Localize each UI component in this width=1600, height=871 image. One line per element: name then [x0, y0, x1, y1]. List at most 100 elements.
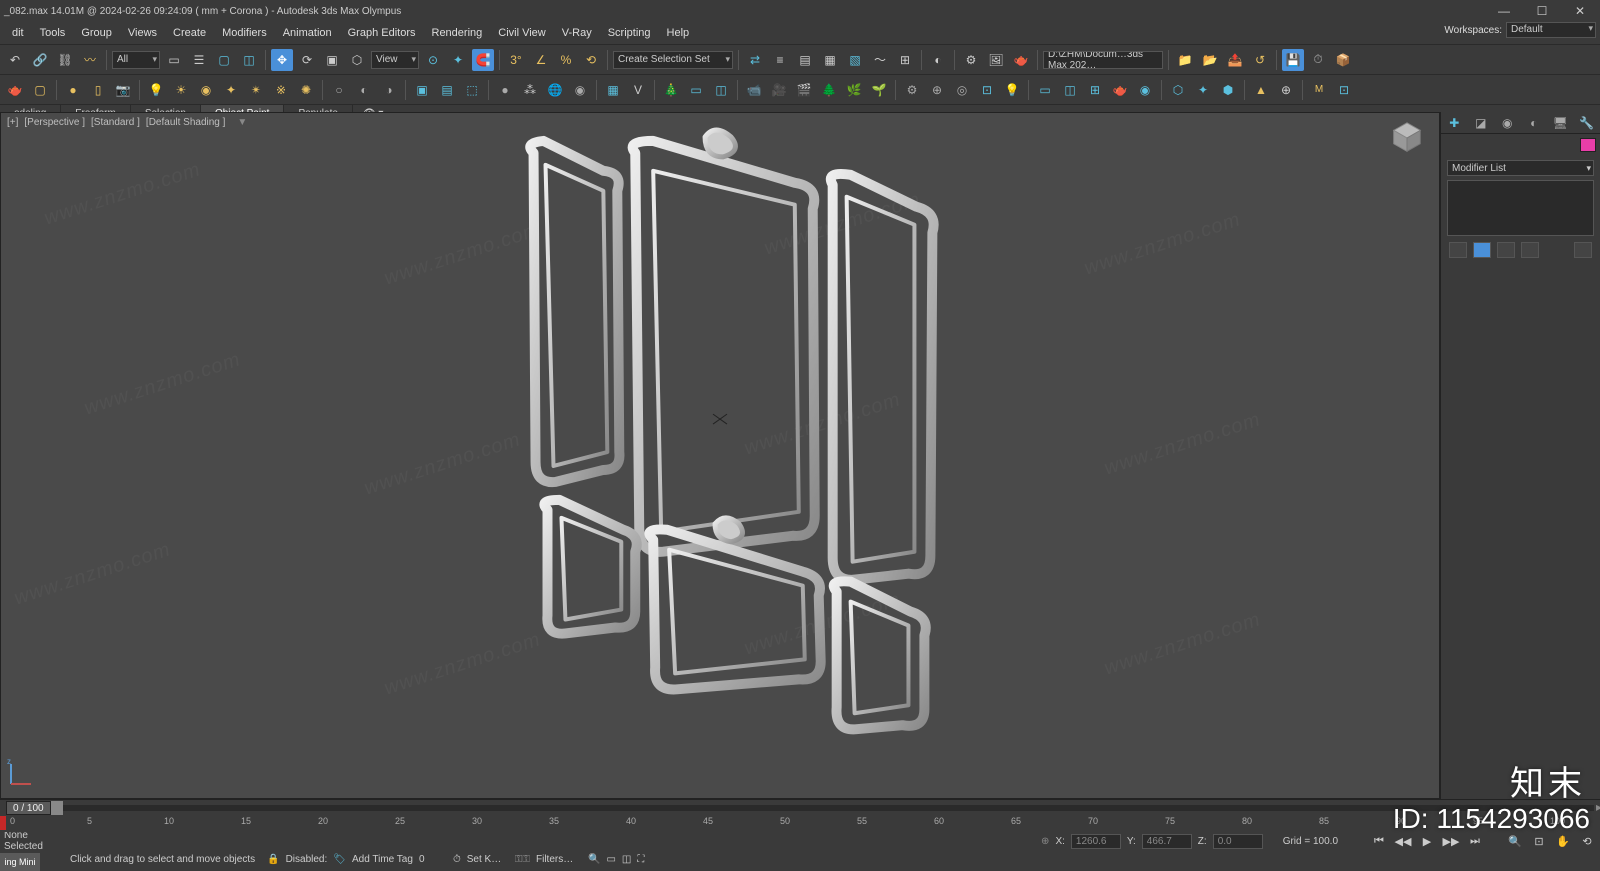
plugin2-icon[interactable]: ▭: [685, 79, 707, 101]
material-editor-icon[interactable]: ◐: [927, 49, 949, 71]
menu-create[interactable]: Create: [165, 24, 214, 42]
sphere-icon[interactable]: ●: [62, 79, 84, 101]
globe-icon[interactable]: 🌐: [544, 79, 566, 101]
motion-tab-icon[interactable]: ◐: [1521, 112, 1548, 133]
rectangle-select-icon[interactable]: ▢: [213, 49, 235, 71]
move-icon[interactable]: ✥: [271, 49, 293, 71]
menu-civilview[interactable]: Civil View: [490, 24, 553, 42]
menu-rendering[interactable]: Rendering: [424, 24, 491, 42]
bind-icon[interactable]: 〰: [79, 49, 101, 71]
selection-filter-dropdown[interactable]: All: [112, 51, 160, 69]
util4-icon[interactable]: ⊡: [976, 79, 998, 101]
label-m-icon[interactable]: M: [1308, 79, 1330, 101]
vray-icon[interactable]: V: [627, 79, 649, 101]
render-frame-icon[interactable]: 🖼: [985, 49, 1007, 71]
nav-zoomall-icon[interactable]: ⊡: [1530, 833, 1548, 849]
unlink-icon[interactable]: ⛓: [54, 49, 76, 71]
menu-vray[interactable]: V-Ray: [554, 24, 600, 42]
multi-icon[interactable]: ⁂: [519, 79, 541, 101]
y-coord[interactable]: 466.7: [1142, 834, 1192, 849]
scale-icon[interactable]: ▣: [321, 49, 343, 71]
mini-listener[interactable]: ing Mini: [0, 853, 40, 871]
remove-modifier-icon[interactable]: [1521, 242, 1539, 258]
next-frame-icon[interactable]: ▶▶: [1442, 833, 1460, 849]
modify-tab-icon[interactable]: ◪: [1468, 112, 1495, 133]
maximize-button[interactable]: ☐: [1530, 4, 1554, 18]
display-tab-icon[interactable]: 🖥: [1547, 112, 1574, 133]
pin-stack-icon[interactable]: [1449, 242, 1467, 258]
ext4-icon[interactable]: ▲: [1250, 79, 1272, 101]
percent-snap-icon[interactable]: %: [555, 49, 577, 71]
nav-region-icon[interactable]: ▭: [606, 854, 615, 865]
light6-icon[interactable]: ※: [270, 79, 292, 101]
util5-icon[interactable]: 💡: [1001, 79, 1023, 101]
close-button[interactable]: ✕: [1568, 4, 1592, 18]
camera-icon[interactable]: 📷: [112, 79, 134, 101]
shape3-icon[interactable]: ◑: [378, 79, 400, 101]
util2-icon[interactable]: ⊕: [926, 79, 948, 101]
helper3-icon[interactable]: ⬚: [461, 79, 483, 101]
sphere-gray-icon[interactable]: ●: [494, 79, 516, 101]
time-ruler[interactable]: 0510152025303540455055606570758085909510…: [0, 816, 1600, 832]
tree-icon[interactable]: 🌲: [818, 79, 840, 101]
ext3-icon[interactable]: ⬢: [1217, 79, 1239, 101]
render-setup-icon[interactable]: ⚙: [960, 49, 982, 71]
x-coord[interactable]: 1260.6: [1071, 834, 1121, 849]
cam2-icon[interactable]: 🎥: [768, 79, 790, 101]
refcoord-dropdown[interactable]: View: [371, 51, 419, 69]
autosave-icon[interactable]: ⏱: [1307, 49, 1329, 71]
cam3-icon[interactable]: 🎬: [793, 79, 815, 101]
key-filters-button[interactable]: Filters…: [536, 854, 582, 865]
menu-group[interactable]: Group: [73, 24, 120, 42]
rotate-icon[interactable]: ⟳: [296, 49, 318, 71]
configure-sets-icon[interactable]: [1574, 242, 1592, 258]
plugin3-icon[interactable]: ◫: [710, 79, 732, 101]
view5-icon[interactable]: ◉: [1134, 79, 1156, 101]
goto-end-icon[interactable]: ⏭: [1466, 833, 1484, 849]
util3-icon[interactable]: ◎: [951, 79, 973, 101]
create-tab-icon[interactable]: ✚: [1441, 112, 1468, 133]
time-slider[interactable]: 0 / 100: [6, 801, 51, 815]
view3-icon[interactable]: ⊞: [1084, 79, 1106, 101]
nav-orbit-icon[interactable]: ⟲: [1578, 833, 1596, 849]
menu-modifiers[interactable]: Modifiers: [214, 24, 275, 42]
modifier-stack-box[interactable]: [1447, 180, 1594, 236]
nav-pan-icon[interactable]: ✋: [1554, 833, 1572, 849]
light7-icon[interactable]: ✺: [295, 79, 317, 101]
window-crossing-icon[interactable]: ◫: [238, 49, 260, 71]
workspace-dropdown[interactable]: Default: [1506, 22, 1596, 38]
angle-snap-icon[interactable]: ∠: [530, 49, 552, 71]
time-config-icon[interactable]: ⏱: [453, 854, 461, 865]
select-icon[interactable]: ▭: [163, 49, 185, 71]
uv1-icon[interactable]: ▦: [602, 79, 624, 101]
make-unique-icon[interactable]: [1497, 242, 1515, 258]
modifier-list-dropdown[interactable]: Modifier List: [1447, 160, 1594, 176]
toggle-ribbon-icon[interactable]: ▧: [844, 49, 866, 71]
track-knob[interactable]: [51, 801, 63, 815]
menu-scripting[interactable]: Scripting: [600, 24, 659, 42]
plugin1-icon[interactable]: 🎄: [660, 79, 682, 101]
nav-fov-icon[interactable]: ◫: [622, 854, 631, 865]
viewport[interactable]: [+] [Perspective ] [Standard ] [Default …: [0, 112, 1440, 799]
link-icon[interactable]: 🔗: [29, 49, 51, 71]
goto-start-icon[interactable]: ⏮: [1370, 833, 1388, 849]
ext2-icon[interactable]: ✦: [1192, 79, 1214, 101]
snap-toggle-icon[interactable]: 🧲: [472, 49, 494, 71]
curve-editor-icon[interactable]: 〜: [869, 49, 891, 71]
view1-icon[interactable]: ▭: [1034, 79, 1056, 101]
shape1-icon[interactable]: ○: [328, 79, 350, 101]
light3-icon[interactable]: ◉: [195, 79, 217, 101]
light1-icon[interactable]: 💡: [145, 79, 167, 101]
import-icon[interactable]: 📂: [1199, 49, 1221, 71]
track-end-arrow-icon[interactable]: ▸: [1596, 800, 1600, 814]
align-icon[interactable]: ≡: [769, 49, 791, 71]
nav-max-icon[interactable]: ⛶: [637, 854, 644, 865]
z-coord[interactable]: 0.0: [1213, 834, 1263, 849]
schematic-icon[interactable]: ⊞: [894, 49, 916, 71]
placement-icon[interactable]: ⬡: [346, 49, 368, 71]
menu-tools[interactable]: Tools: [32, 24, 74, 42]
plant-icon[interactable]: 🌱: [868, 79, 890, 101]
play-icon[interactable]: ▶: [1418, 833, 1436, 849]
prev-frame-icon[interactable]: ◀◀: [1394, 833, 1412, 849]
spinner-snap-icon[interactable]: ⟲: [580, 49, 602, 71]
